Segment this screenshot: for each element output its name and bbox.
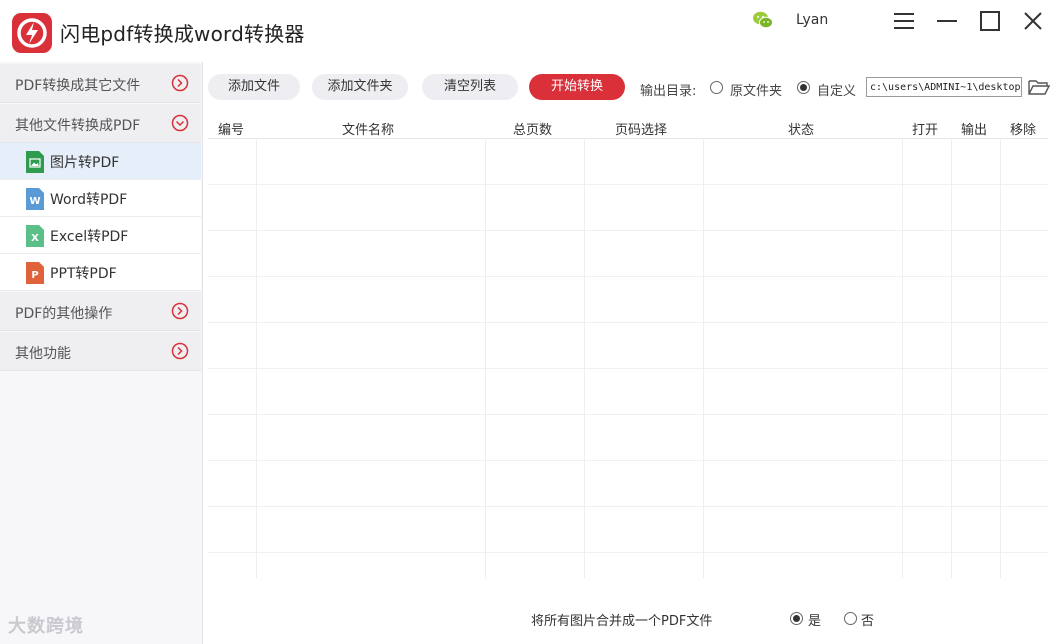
output-dir-label: 输出目录:	[640, 84, 697, 99]
minimize-icon[interactable]	[934, 8, 960, 34]
chevron-right-circle-icon	[171, 302, 189, 320]
maximize-icon[interactable]	[977, 8, 1003, 34]
table-header-divider	[208, 138, 1048, 139]
table-column-line	[584, 138, 585, 578]
table-column-line	[485, 138, 486, 578]
sidebar-item-ppt-to-pdf[interactable]: P PPT转PDF	[0, 254, 201, 291]
column-header-status: 状态	[788, 123, 815, 138]
svg-text:X: X	[31, 233, 39, 244]
merge-yes-label[interactable]: 是	[808, 610, 821, 629]
folder-open-icon[interactable]	[1028, 78, 1051, 96]
excel-file-icon: X	[24, 224, 46, 248]
sidebar-item-label: Excel转PDF	[50, 229, 129, 245]
start-convert-button[interactable]: 开始转换	[529, 74, 625, 100]
wechat-icon[interactable]	[752, 10, 774, 30]
merge-yes-radio[interactable]	[790, 612, 803, 625]
sidebar-section-other-to-pdf[interactable]: 其他文件转换成PDF	[0, 104, 201, 143]
sidebar-section-label: PDF的其他操作	[15, 306, 113, 322]
image-file-icon	[24, 150, 46, 174]
output-original-label[interactable]: 原文件夹	[730, 80, 782, 99]
sidebar-section-label: 其他功能	[15, 346, 71, 362]
title-bar: 闪电pdf转换成word转换器 Lyan	[0, 0, 1056, 62]
output-custom-label[interactable]: 自定义	[817, 80, 856, 99]
sidebar-section-pdf-other-ops[interactable]: PDF的其他操作	[0, 292, 201, 331]
svg-text:W: W	[29, 196, 40, 207]
column-header-total-pages: 总页数	[513, 123, 553, 138]
chevron-right-circle-icon	[171, 74, 189, 92]
merge-no-radio[interactable]	[844, 612, 857, 625]
menu-icon[interactable]	[891, 8, 917, 34]
chevron-right-circle-icon	[171, 342, 189, 360]
column-header-remove: 移除	[1010, 123, 1037, 138]
column-header-open: 打开	[912, 123, 939, 138]
ppt-file-icon: P	[24, 261, 46, 285]
column-header-page-select: 页码选择	[615, 123, 668, 138]
add-file-button[interactable]: 添加文件	[208, 74, 300, 100]
output-custom-radio[interactable]	[797, 81, 810, 94]
table-row-line	[208, 460, 1048, 461]
sidebar-section-other-functions[interactable]: 其他功能	[0, 332, 201, 371]
sidebar-section-label: PDF转换成其它文件	[15, 78, 141, 94]
sidebar-item-image-to-pdf[interactable]: 图片转PDF	[0, 143, 201, 180]
table-row-line	[208, 184, 1048, 185]
sidebar-item-label: Word转PDF	[50, 192, 128, 208]
sidebar-section-label: 其他文件转换成PDF	[15, 118, 141, 134]
sidebar-section-pdf-to-other[interactable]: PDF转换成其它文件	[0, 64, 201, 103]
table-row-line	[208, 552, 1048, 553]
column-header-output: 输出	[961, 123, 988, 138]
output-original-radio[interactable]	[710, 81, 723, 94]
table-row-line	[208, 276, 1048, 277]
merge-no-label[interactable]: 否	[861, 610, 874, 629]
clear-list-button[interactable]: 清空列表	[422, 74, 518, 100]
chevron-down-circle-icon	[171, 114, 189, 132]
column-header-filename: 文件名称	[342, 123, 395, 138]
username[interactable]: Lyan	[796, 12, 828, 28]
watermark-text: 大数跨境	[8, 616, 84, 637]
output-path-input[interactable]: c:\users\ADMINI~1\desktop	[866, 77, 1022, 97]
app-logo-icon	[12, 13, 52, 53]
sidebar: PDF转换成其它文件 其他文件转换成PDF 图片转PDF W Word转PDF …	[0, 62, 203, 644]
sidebar-item-word-to-pdf[interactable]: W Word转PDF	[0, 180, 201, 217]
table-row-line	[208, 414, 1048, 415]
merge-images-label: 将所有图片合并成一个PDF文件	[531, 614, 713, 629]
app-title: 闪电pdf转换成word转换器	[60, 22, 305, 46]
word-file-icon: W	[24, 187, 46, 211]
table-column-line	[1000, 138, 1001, 578]
close-icon[interactable]	[1020, 8, 1046, 34]
sidebar-item-label: PPT转PDF	[50, 266, 117, 282]
table-column-line	[902, 138, 903, 578]
table-row-line	[208, 322, 1048, 323]
table-row-line	[208, 230, 1048, 231]
add-folder-button[interactable]: 添加文件夹	[312, 74, 408, 100]
table-column-line	[703, 138, 704, 578]
table-column-line	[951, 138, 952, 578]
sidebar-item-excel-to-pdf[interactable]: X Excel转PDF	[0, 217, 201, 254]
table-column-line	[256, 138, 257, 578]
column-header-index: 编号	[218, 123, 245, 138]
sidebar-item-label: 图片转PDF	[50, 155, 120, 171]
file-table: 编号 文件名称 总页数 页码选择 状态 打开 输出 移除	[208, 114, 1048, 578]
table-row-line	[208, 506, 1048, 507]
table-row-line	[208, 368, 1048, 369]
svg-text:P: P	[31, 270, 38, 281]
